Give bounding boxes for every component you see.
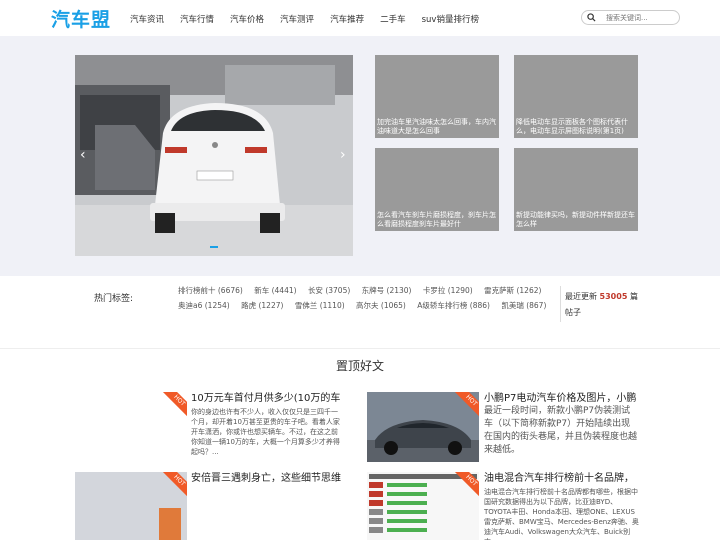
- featured-thumb-caption[interactable]: 新提动能律买吗，新提动件样新提还车怎么样: [516, 211, 636, 229]
- featured-thumb[interactable]: 怎么看汽车刹车片磨损程度，刹车片怎么看磨损程度刹车片最好什: [375, 148, 499, 231]
- tag-link[interactable]: A级轿车排行榜 (886): [417, 301, 490, 310]
- featured-thumb[interactable]: 加完油车里汽油味太怎么回事，车内汽油味道大是怎么回事: [375, 55, 499, 138]
- article-title[interactable]: 10万元车首付月供多少(10万的车: [191, 392, 351, 406]
- tag-link[interactable]: 排行榜前十 (6676): [178, 286, 243, 295]
- carousel-prev-arrow[interactable]: ‹: [80, 147, 86, 163]
- tag-link[interactable]: 高尔夫 (1065): [356, 301, 406, 310]
- article-title[interactable]: 油电混合汽车排行榜前十名品牌，: [484, 472, 644, 486]
- featured-thumb-caption[interactable]: 怎么看汽车刹车片磨损程度，刹车片怎么看磨损程度刹车片最好什: [377, 211, 497, 229]
- tag-link[interactable]: 雷克萨斯 (1262): [484, 286, 541, 295]
- nav-item-suv-ranking[interactable]: suv销量排行榜: [422, 13, 479, 25]
- nav-item-news[interactable]: 汽车资讯: [130, 13, 164, 25]
- hot-tags-section: 热门标签: 排行榜前十 (6676) 新车 (4441) 长安 (3705) 东…: [0, 276, 720, 348]
- search-box[interactable]: [581, 10, 680, 25]
- article-title[interactable]: 安倍晋三遇刺身亡，这些细节思维: [191, 472, 351, 486]
- featured-thumb-caption[interactable]: 降低电动车显示面板各个图标代表什么，电动车显示屏图标说明(第1页): [516, 118, 636, 136]
- latest-prefix: 最近更新: [565, 292, 597, 301]
- hot-tags-label: 热门标签:: [94, 294, 134, 304]
- tag-link[interactable]: 卡罗拉 (1290): [423, 286, 473, 295]
- featured-thumb-caption[interactable]: 加完油车里汽油味太怎么回事，车内汽油味道大是怎么回事: [377, 118, 497, 136]
- article-thumbnail[interactable]: HOT: [75, 472, 187, 540]
- tag-row: 奥迪a6 (1254) 路虎 (1227) 雪佛兰 (1110) 高尔夫 (10…: [178, 300, 555, 311]
- carousel-next-arrow[interactable]: ›: [340, 147, 346, 163]
- tags-divider: [560, 286, 561, 322]
- tag-link[interactable]: 凯美瑞 (867): [501, 301, 546, 310]
- nav-item-recommend[interactable]: 汽车推荐: [330, 13, 364, 25]
- tag-link[interactable]: 路虎 (1227): [241, 301, 283, 310]
- tag-link[interactable]: 新车 (4441): [254, 286, 296, 295]
- article-thumbnail[interactable]: HOT: [367, 472, 479, 540]
- latest-count: 53005: [599, 292, 628, 301]
- article-summary: 油电混合汽车排行榜前十名品牌都有哪些，根据中国研究数据得出为以下品牌，比亚迪BY…: [484, 488, 639, 540]
- hot-badge: HOT: [161, 392, 187, 419]
- nav-item-market[interactable]: 汽车行情: [180, 13, 214, 25]
- site-logo[interactable]: 汽车盟: [51, 5, 111, 32]
- tag-row: 排行榜前十 (6676) 新车 (4441) 长安 (3705) 东牌号 (21…: [178, 285, 550, 296]
- search-input[interactable]: [606, 12, 676, 23]
- car-photo: [367, 392, 479, 462]
- ranking-table-image: [367, 472, 479, 540]
- nav-item-price[interactable]: 汽车价格: [230, 13, 264, 25]
- tag-link[interactable]: 雪佛兰 (1110): [295, 301, 345, 310]
- search-icon[interactable]: [587, 13, 596, 22]
- article-summary: 你的身边也许有不少人，收入仅仅只是三四千一个月，却开着10万甚至更贵的车子吧。看…: [191, 408, 340, 456]
- latest-update-count: 最近更新 53005 篇帖子: [565, 289, 645, 321]
- nav-item-used-car[interactable]: 二手车: [380, 13, 406, 25]
- article-photo: [75, 472, 187, 540]
- tag-link[interactable]: 奥迪a6 (1254): [178, 301, 230, 310]
- carousel-slide[interactable]: [75, 55, 353, 256]
- pinned-section-title: 置顶好文: [335, 359, 384, 373]
- article-title[interactable]: 小鹏P7电动汽车价格及图片，小鹏: [484, 392, 644, 406]
- tag-link[interactable]: 长安 (3705): [308, 286, 350, 295]
- site-header: 汽车盟 汽车资讯 汽车行情 汽车价格 汽车测评 汽车推荐 二手车 suv销量排行…: [0, 0, 720, 36]
- main-nav: 汽车资讯 汽车行情 汽车价格 汽车测评 汽车推荐 二手车 suv销量排行榜: [130, 13, 495, 25]
- tag-link[interactable]: 东牌号 (2130): [362, 286, 412, 295]
- carousel-indicator[interactable]: [210, 246, 218, 248]
- featured-thumb[interactable]: 降低电动车显示面板各个图标代表什么，电动车显示屏图标说明(第1页): [514, 55, 638, 138]
- article-thumbnail[interactable]: HOT: [75, 392, 187, 462]
- car-photo: [75, 55, 353, 256]
- article-thumbnail[interactable]: HOT: [367, 392, 479, 462]
- nav-item-review[interactable]: 汽车测评: [280, 13, 314, 25]
- article-summary: 最近一段时间，新款小鹏P7伪装测试车（以下简称新款P7）开始陆续出现在国内的街头…: [484, 406, 638, 455]
- featured-thumb[interactable]: 新提动能律买吗，新提动件样新提还车怎么样: [514, 148, 638, 231]
